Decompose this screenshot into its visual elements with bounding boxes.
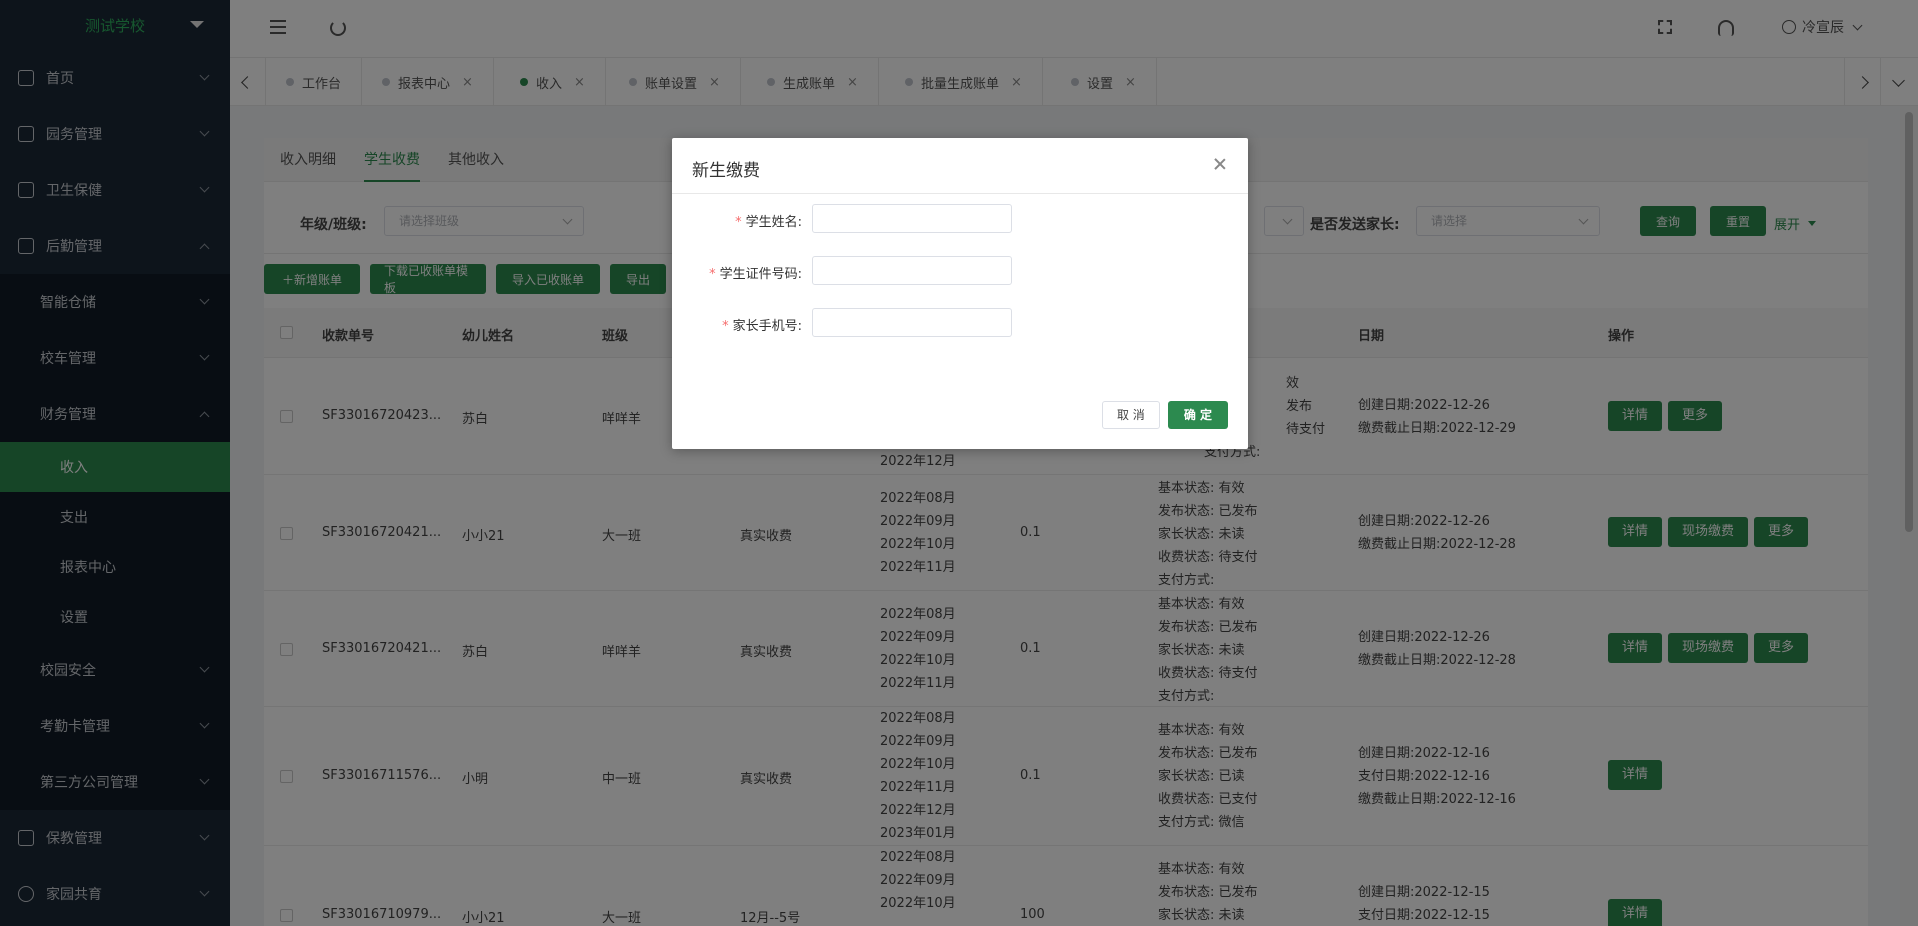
label-text: 学生证件号码: [719,267,802,282]
dialog-title: 新生缴费 [692,161,760,181]
form-row-parent-phone: * 家长手机号: [672,308,1248,338]
form-row-student-id: * 学生证件号码: [672,256,1248,286]
required-mark: * [722,319,729,334]
cancel-button[interactable]: 取 消 [1101,401,1160,429]
parent-phone-input[interactable] [812,308,1012,337]
student-name-label: * 学生姓名: [735,211,802,230]
student-name-input[interactable] [812,204,1012,233]
close-icon[interactable] [1212,156,1228,172]
required-mark: * [709,267,716,282]
required-mark: * [735,215,742,230]
form-row-student-name: * 学生姓名: [672,204,1248,234]
student-id-input[interactable] [812,256,1012,285]
new-student-fee-dialog: 新生缴费 * 学生姓名: * 学生证件号码: * 家长手机号: 取 消 确 定 [672,138,1248,449]
student-id-label: * 学生证件号码: [709,263,802,282]
dialog-footer: 取 消 确 定 [1101,401,1228,429]
dialog-header: 新生缴费 [672,138,1248,194]
confirm-button[interactable]: 确 定 [1167,401,1228,429]
label-text: 家长手机号: [732,319,802,334]
label-text: 学生姓名: [745,215,802,230]
parent-phone-label: * 家长手机号: [722,315,802,334]
